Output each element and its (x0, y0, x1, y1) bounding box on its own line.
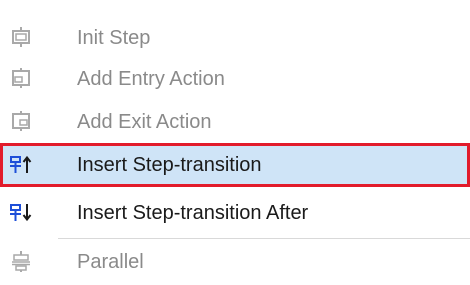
insert-step-transition-after-icon (10, 201, 32, 223)
menu-item-label: Init Step (77, 27, 151, 49)
menu-item-init-step[interactable]: Init Step (0, 16, 470, 60)
menu-item-parallel[interactable]: Parallel (0, 240, 470, 284)
context-menu: Init Step Add Entry Action Add Exit Acti… (0, 0, 470, 285)
menu-item-label: Insert Step-transition (77, 154, 262, 176)
add-exit-action-icon (10, 110, 32, 132)
menu-item-label: Add Exit Action (77, 111, 212, 133)
menu-separator (58, 238, 470, 239)
menu-item-label: Add Entry Action (77, 68, 225, 90)
init-step-icon (10, 26, 32, 48)
menu-item-add-entry-action[interactable]: Add Entry Action (0, 57, 470, 101)
insert-step-transition-icon (10, 153, 32, 175)
menu-item-label: Insert Step-transition After (77, 202, 309, 224)
menu-item-label: Parallel (77, 251, 144, 273)
menu-item-insert-step-transition[interactable]: Insert Step-transition (0, 143, 470, 187)
parallel-icon (10, 250, 32, 272)
add-entry-action-icon (10, 67, 32, 89)
menu-item-add-exit-action[interactable]: Add Exit Action (0, 100, 470, 144)
menu-item-insert-step-transition-after[interactable]: Insert Step-transition After (0, 191, 470, 235)
